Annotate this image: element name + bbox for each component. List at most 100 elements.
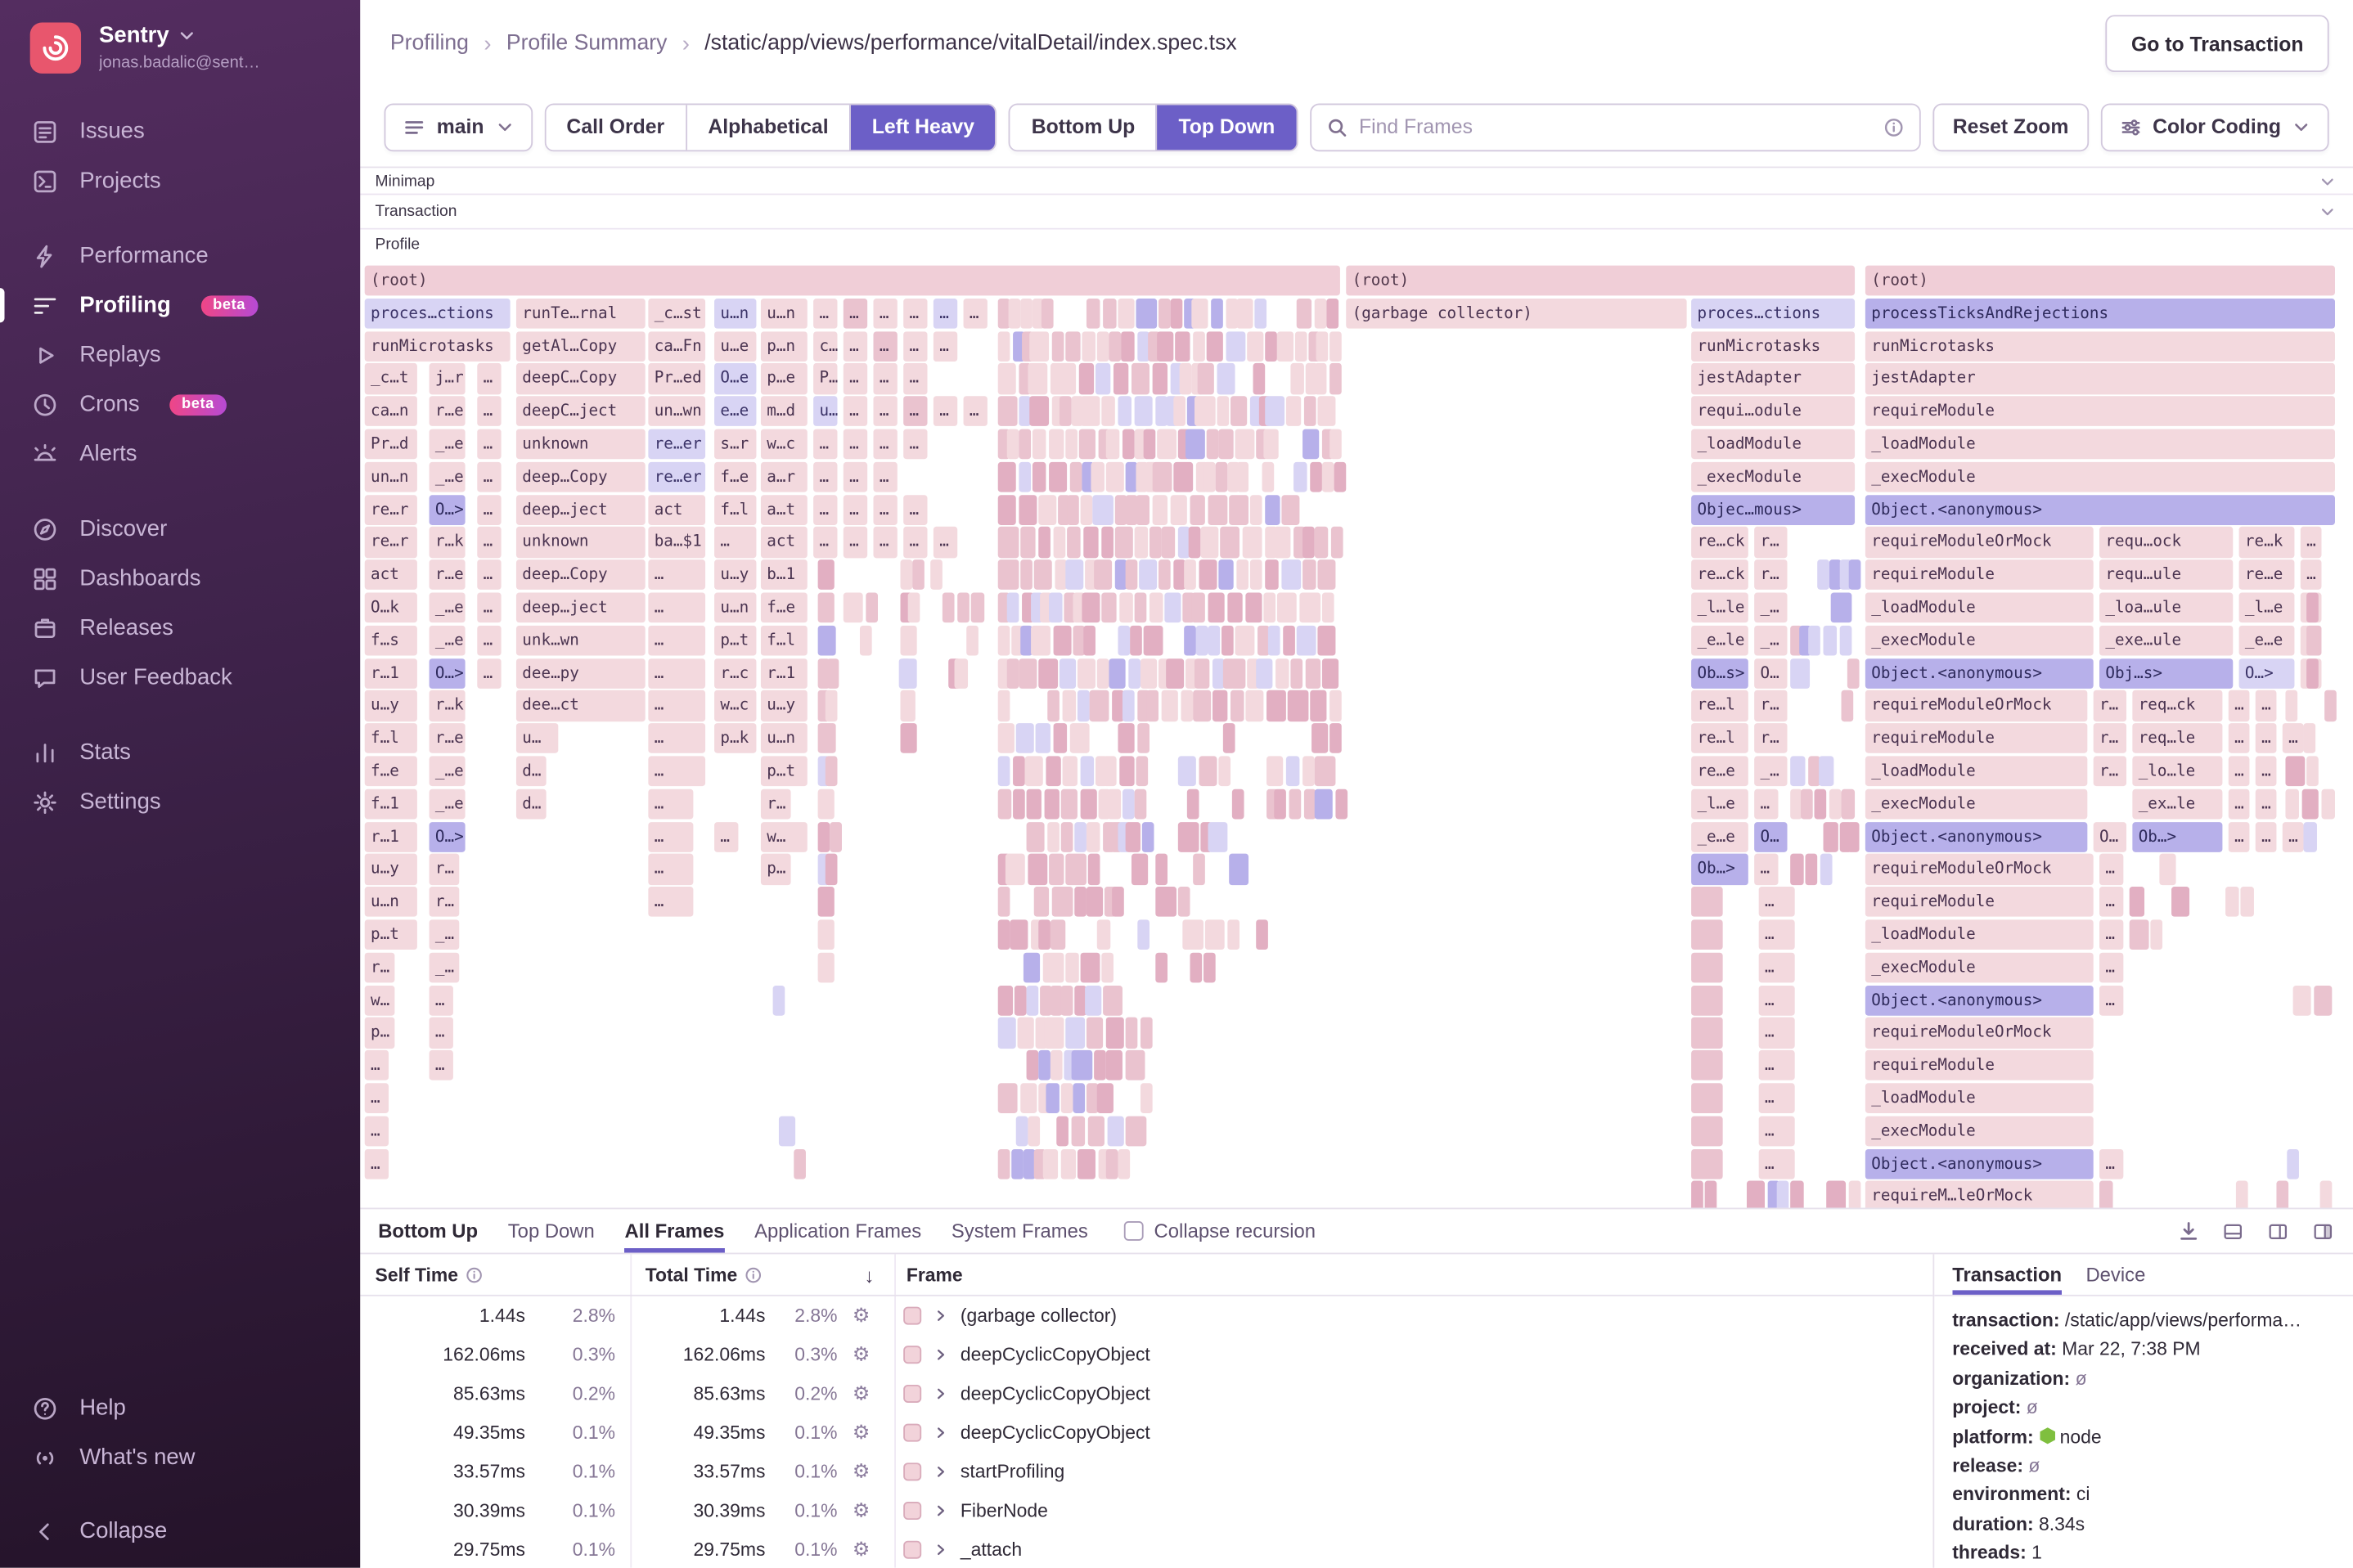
flame-frame-small[interactable]: [1152, 363, 1168, 394]
flame-frame[interactable]: u…y: [364, 690, 417, 721]
flame-frame-small[interactable]: [1052, 527, 1065, 558]
flame-frame-small[interactable]: [1143, 625, 1163, 656]
flame-frame[interactable]: p…t: [714, 625, 757, 656]
expand-chevron-icon[interactable]: [934, 1308, 948, 1323]
sort-call-order-button[interactable]: Call Order: [545, 104, 686, 150]
flame-frame-small[interactable]: [1314, 298, 1326, 329]
flame-frame[interactable]: r…: [1754, 559, 1788, 591]
flame-frame[interactable]: runMicrotasks: [364, 330, 511, 362]
flame-frame-small[interactable]: [1044, 788, 1060, 820]
flame-frame[interactable]: c…: [813, 330, 838, 362]
table-row[interactable]: 85.63ms 0.2% 85.63ms 0.2% ⚙ deepCyclicCopyObj…: [360, 1374, 1932, 1413]
flame-frame-small[interactable]: [1208, 821, 1228, 852]
flame-frame[interactable]: u…: [813, 396, 838, 427]
tab-system-frames[interactable]: System Frames: [952, 1209, 1088, 1252]
flame-frame-small[interactable]: [1190, 592, 1205, 623]
flame-frame-small[interactable]: [1334, 461, 1347, 492]
flame-frame[interactable]: O…e: [714, 363, 757, 394]
flame-frame[interactable]: d…: [515, 788, 547, 820]
sidebar-item-issues[interactable]: Issues: [0, 106, 360, 156]
flame-frame[interactable]: _loadModule: [1865, 919, 2094, 950]
org-switcher[interactable]: Sentry jonas.badalic@sent…: [0, 0, 360, 92]
flame-frame-small[interactable]: [1082, 592, 1100, 623]
flame-frame[interactable]: P…: [813, 363, 838, 394]
flame-frame-small[interactable]: [1066, 527, 1081, 558]
flame-frame[interactable]: …: [873, 527, 898, 558]
flame-frame[interactable]: re…r: [364, 527, 417, 558]
flame-frame[interactable]: b…1: [760, 559, 808, 591]
expand-chevron-icon[interactable]: [934, 1386, 948, 1401]
flame-frame-small[interactable]: [1691, 887, 1723, 918]
flame-frame-small[interactable]: [1028, 330, 1050, 362]
flame-frame-small[interactable]: [1191, 298, 1208, 329]
layout-right-icon[interactable]: [2266, 1220, 2290, 1242]
flame-root-frame[interactable]: (root): [1346, 265, 1856, 296]
flame-frame-small[interactable]: [1088, 854, 1100, 885]
flame-frame-small[interactable]: [1048, 461, 1068, 492]
flame-frame[interactable]: _loa…ule: [2099, 592, 2234, 623]
flame-frame-small[interactable]: [1160, 527, 1176, 558]
flame-frame[interactable]: …: [843, 429, 868, 460]
flame-frame-small[interactable]: [1132, 854, 1149, 885]
self-time-header[interactable]: Self Time: [376, 1265, 459, 1286]
flame-frame-small[interactable]: [1086, 821, 1100, 852]
flame-frame[interactable]: _exe…ule: [2099, 625, 2234, 656]
table-row[interactable]: 49.35ms 0.1% 49.35ms 0.1% ⚙ deepCyclicCopyObj…: [360, 1413, 1932, 1453]
flame-frame[interactable]: re…l: [1691, 723, 1748, 754]
flame-frame-small[interactable]: [1329, 363, 1342, 394]
flame-frame-small[interactable]: [1263, 429, 1280, 460]
flame-frame[interactable]: a…t: [760, 494, 808, 525]
sidebar-item-crons[interactable]: Crons beta: [0, 380, 360, 429]
flame-frame[interactable]: …: [714, 821, 739, 852]
flame-frame[interactable]: r…: [760, 788, 791, 820]
flame-frame-small[interactable]: [843, 592, 864, 623]
flame-frame-small[interactable]: [1207, 494, 1228, 525]
flame-frame-small[interactable]: [900, 723, 918, 754]
flame-frame-small[interactable]: [1060, 1083, 1073, 1114]
flame-frame-small[interactable]: [997, 756, 1011, 787]
flame-frame-small[interactable]: [1057, 363, 1077, 394]
flame-frame[interactable]: …: [429, 1018, 453, 1049]
flame-frame-small[interactable]: [825, 854, 838, 885]
flame-frame-small[interactable]: [1826, 1181, 1847, 1208]
flame-frame[interactable]: O…>: [2238, 658, 2295, 689]
flame-frame-small[interactable]: [1330, 527, 1343, 558]
flame-frame-small[interactable]: [929, 559, 943, 591]
chevron-down-icon[interactable]: [2320, 173, 2335, 188]
sidebar-item-stats[interactable]: Stats: [0, 728, 360, 778]
flame-frame[interactable]: …: [477, 592, 502, 623]
flame-frame-small[interactable]: [1310, 690, 1327, 721]
flame-frame-small[interactable]: [1088, 690, 1110, 721]
flame-frame[interactable]: …: [873, 363, 898, 394]
flame-frame-small[interactable]: [865, 592, 878, 623]
chevron-down-icon[interactable]: [2320, 204, 2335, 218]
flame-frame[interactable]: …: [1758, 919, 1795, 950]
flame-frame[interactable]: …: [2099, 1148, 2124, 1179]
flame-frame-small[interactable]: [1094, 1050, 1106, 1081]
flame-frame[interactable]: …: [2099, 854, 2124, 885]
sort-alphabetical-button[interactable]: Alphabetical: [685, 104, 850, 150]
flame-frame-small[interactable]: [997, 1018, 1015, 1049]
flame-frame-small[interactable]: [1097, 658, 1109, 689]
flame-frame[interactable]: …: [903, 429, 928, 460]
flame-frame-small[interactable]: [1194, 396, 1215, 427]
flame-frame[interactable]: re…e: [1691, 756, 1748, 787]
flame-frame-small[interactable]: [1169, 298, 1182, 329]
flame-frame-small[interactable]: [1135, 527, 1148, 558]
flame-frame-small[interactable]: [1207, 592, 1226, 623]
flame-frame-small[interactable]: [1287, 690, 1309, 721]
flame-frame[interactable]: p…: [364, 1018, 395, 1049]
flame-frame-small[interactable]: [2159, 854, 2176, 885]
layout-bottom-icon[interactable]: [2221, 1220, 2245, 1242]
flame-frame-small[interactable]: [1080, 494, 1093, 525]
flame-frame[interactable]: …: [903, 494, 928, 525]
flame-frame-small[interactable]: [997, 1148, 1010, 1179]
flame-frame[interactable]: …: [963, 298, 988, 329]
flame-frame-small[interactable]: [1102, 952, 1114, 983]
flame-frame-small[interactable]: [1140, 1083, 1153, 1114]
flame-frame-small[interactable]: [1103, 985, 1123, 1016]
flame-frame-small[interactable]: [1048, 429, 1064, 460]
flame-frame-small[interactable]: [2306, 658, 2319, 689]
flame-frame-small[interactable]: [1046, 1083, 1060, 1114]
flame-frame[interactable]: …: [477, 363, 502, 394]
